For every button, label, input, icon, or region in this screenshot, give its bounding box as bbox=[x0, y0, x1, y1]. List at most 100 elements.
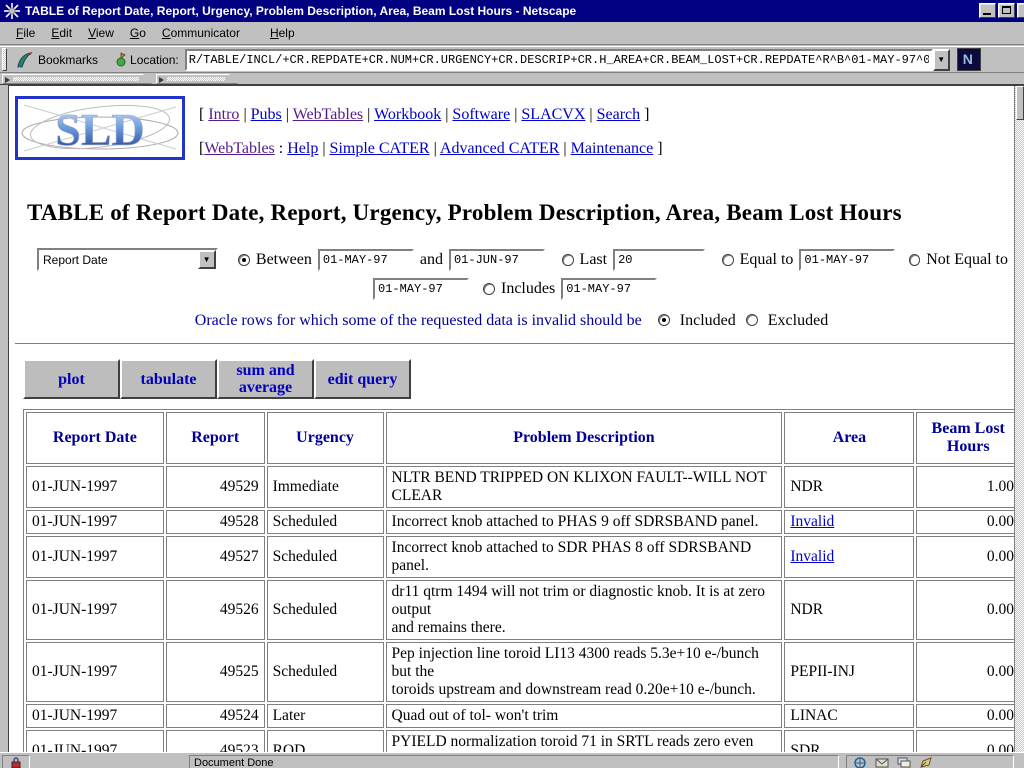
menu-communicator[interactable]: Communicator bbox=[154, 24, 248, 43]
urgency-cell: Scheduled bbox=[267, 580, 384, 640]
nav-link-maintenance[interactable]: Maintenance bbox=[571, 140, 654, 157]
page-title: TABLE of Report Date, Report, Urgency, P… bbox=[27, 200, 1014, 226]
nav-link-simple-cater[interactable]: Simple CATER bbox=[330, 140, 430, 157]
nav-separator: | bbox=[363, 106, 374, 123]
sum-and-average-button[interactable]: sum and average bbox=[217, 359, 314, 399]
last-label: Last bbox=[580, 251, 608, 269]
last-input[interactable] bbox=[613, 249, 705, 271]
nav-link-webtables[interactable]: WebTables bbox=[204, 140, 274, 157]
location-dropdown-button[interactable]: ▼ bbox=[933, 49, 950, 71]
nav-link-workbook[interactable]: Workbook bbox=[374, 106, 441, 123]
field-selector-arrow-icon: ▼ bbox=[198, 250, 216, 269]
field-selector[interactable]: Report Date ▼ bbox=[37, 248, 218, 271]
area-cell: LINAC bbox=[784, 704, 914, 728]
query-row-2: Includes bbox=[373, 278, 1014, 300]
area-cell: NDR bbox=[784, 580, 914, 640]
plot-button[interactable]: plot bbox=[23, 359, 120, 399]
equal-to-input[interactable] bbox=[799, 249, 895, 271]
sld-logo[interactable]: SLD bbox=[15, 96, 185, 160]
close-button[interactable] bbox=[1017, 3, 1024, 18]
collapsed-toolbar-strip bbox=[0, 74, 1024, 85]
composer-icon bbox=[919, 757, 933, 768]
equal-to-radio[interactable] bbox=[722, 254, 733, 266]
area-cell: PEPII-INJ bbox=[784, 642, 914, 702]
nav-link-software[interactable]: Software bbox=[452, 106, 510, 123]
not-equal-to-label: Not Equal to bbox=[926, 251, 1008, 269]
toolbar-grippy[interactable] bbox=[2, 48, 7, 71]
urgency-cell: ROD bbox=[267, 730, 384, 752]
between-to-input[interactable] bbox=[449, 249, 545, 271]
netscape-window: TABLE of Report Date, Report, Urgency, P… bbox=[0, 0, 1024, 768]
nav-separator: : bbox=[275, 140, 287, 157]
security-indicator[interactable] bbox=[2, 755, 30, 768]
problem-description-cell: Pep injection line toroid LI13 4300 read… bbox=[386, 642, 783, 702]
between-from-input[interactable] bbox=[318, 249, 414, 271]
nav-separator: | bbox=[585, 106, 596, 123]
report-number-cell: 49525 bbox=[166, 642, 265, 702]
not-equal-to-input[interactable] bbox=[373, 278, 469, 300]
edit-query-button[interactable]: edit query bbox=[314, 359, 411, 399]
report-date-cell: 01-JUN-1997 bbox=[26, 536, 164, 578]
nav-separator: | bbox=[430, 140, 440, 157]
last-radio[interactable] bbox=[562, 254, 573, 266]
urgency-cell: Scheduled bbox=[267, 642, 384, 702]
nav-link-pubs[interactable]: Pubs bbox=[251, 106, 282, 123]
collapsed-personal-toolbar-tab[interactable] bbox=[156, 74, 238, 84]
menu-go[interactable]: Go bbox=[122, 24, 154, 43]
location-icon bbox=[114, 52, 128, 68]
page-content: SLD [ Intro | Pubs | WebTables | Workboo… bbox=[9, 86, 1014, 752]
query-row-1: Report Date ▼ Between and Last Equal to bbox=[37, 248, 1014, 271]
area-link[interactable]: Invalid bbox=[790, 548, 834, 565]
problem-description-cell: dr11 qtrm 1494 will not trim or diagnost… bbox=[386, 580, 783, 640]
column-header-report-date: Report Date bbox=[26, 412, 164, 464]
not-equal-to-radio[interactable] bbox=[909, 254, 920, 266]
problem-description-cell: Quad out of tol- won't trim bbox=[386, 704, 783, 728]
nav-link-advanced-cater[interactable]: Advanced CATER bbox=[440, 140, 560, 157]
column-header-beam-lost-hours: Beam Lost Hours bbox=[916, 412, 1014, 464]
report-number-cell: 49524 bbox=[166, 704, 265, 728]
nav-separator: [ bbox=[199, 106, 208, 123]
nav-link-webtables[interactable]: WebTables bbox=[293, 106, 363, 123]
menu-view[interactable]: View bbox=[80, 24, 122, 43]
urgency-cell: Scheduled bbox=[267, 510, 384, 534]
component-bar[interactable] bbox=[846, 755, 1014, 768]
report-date-cell: 01-JUN-1997 bbox=[26, 466, 164, 508]
status-message: Document Done bbox=[189, 755, 839, 768]
beam-lost-hours-cell: 0.00 bbox=[916, 536, 1014, 578]
nav-link-intro[interactable]: Intro bbox=[208, 106, 239, 123]
area-cell: Invalid bbox=[784, 510, 914, 534]
netscape-throbber[interactable] bbox=[957, 48, 981, 71]
browser-viewport: SLD [ Intro | Pubs | WebTables | Workboo… bbox=[8, 85, 1024, 752]
beam-lost-hours-cell: 0.00 bbox=[916, 580, 1014, 640]
tabulate-button[interactable]: tabulate bbox=[120, 359, 217, 399]
nav-link-search[interactable]: Search bbox=[597, 106, 641, 123]
nav-link-slacvx[interactable]: SLACVX bbox=[521, 106, 585, 123]
column-header-report: Report bbox=[166, 412, 265, 464]
scrollbar-thumb[interactable] bbox=[1016, 86, 1024, 120]
menu-edit[interactable]: Edit bbox=[43, 24, 80, 43]
report-number-cell: 49523 bbox=[166, 730, 265, 752]
included-label: Included bbox=[680, 312, 736, 329]
column-header-problem-description: Problem Description bbox=[386, 412, 783, 464]
includes-radio[interactable] bbox=[483, 283, 495, 295]
nav-separator: | bbox=[510, 106, 521, 123]
collapsed-navigation-toolbar-tab[interactable] bbox=[2, 74, 152, 84]
excluded-radio[interactable] bbox=[746, 314, 758, 326]
nav-separator: ] bbox=[653, 140, 662, 157]
minimize-button[interactable] bbox=[979, 3, 996, 18]
area-cell: Invalid bbox=[784, 536, 914, 578]
location-input[interactable] bbox=[185, 49, 933, 71]
area-link[interactable]: Invalid bbox=[790, 513, 834, 530]
bookmarks-button[interactable]: Bookmarks bbox=[12, 49, 104, 71]
between-radio[interactable] bbox=[238, 254, 249, 266]
nav-link-help[interactable]: Help bbox=[287, 140, 318, 157]
report-date-cell: 01-JUN-1997 bbox=[26, 730, 164, 752]
column-header-area: Area bbox=[784, 412, 914, 464]
maximize-button[interactable] bbox=[998, 3, 1015, 18]
vertical-scrollbar[interactable] bbox=[1014, 86, 1024, 752]
menu-help[interactable]: Help bbox=[262, 24, 303, 43]
includes-input[interactable] bbox=[561, 278, 657, 300]
location-label: Location: bbox=[130, 53, 179, 67]
included-radio[interactable] bbox=[658, 314, 670, 326]
menu-file[interactable]: File bbox=[8, 24, 43, 43]
